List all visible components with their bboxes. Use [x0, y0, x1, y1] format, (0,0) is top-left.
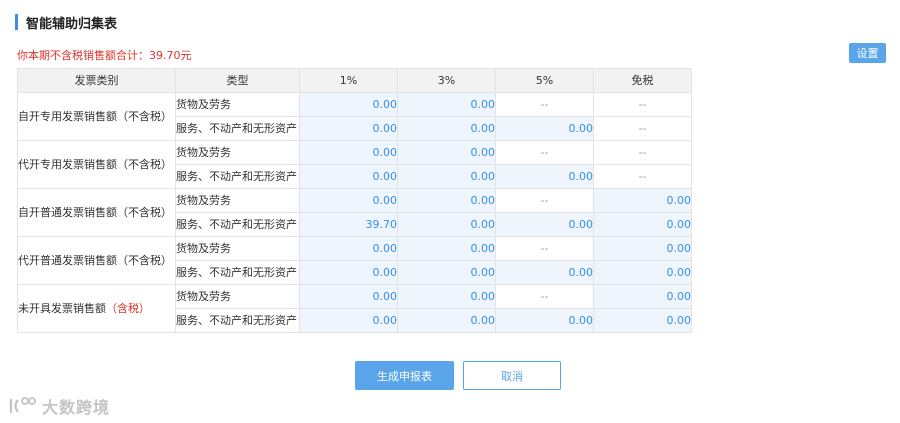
amount-cell-rate-5[interactable]: 0.00 — [495, 116, 594, 141]
amount-cell-rate-1[interactable]: 0.00 — [299, 260, 398, 285]
page-title: 智能辅助归集表 — [26, 16, 118, 32]
type-cell: 服务、不动产和无形资产 — [175, 308, 300, 333]
type-cell: 货物及劳务 — [175, 188, 300, 213]
amount-cell-rate-1[interactable]: 0.00 — [299, 164, 398, 189]
amount-cell-tax-exempt[interactable]: 0.00 — [593, 212, 692, 237]
type-cell: 货物及劳务 — [175, 284, 300, 309]
watermark: 大数跨境 — [8, 394, 110, 418]
na-cell-rate-5: -- — [495, 140, 594, 165]
invoice-category-cell: 未开具发票销售额（含税） — [17, 284, 176, 333]
table-row: 自开专用发票销售额（不含税） 货物及劳务 0.00 0.00 -- -- — [17, 92, 692, 141]
amount-cell-rate-1[interactable]: 0.00 — [299, 284, 398, 309]
na-cell-rate-5: -- — [495, 236, 594, 261]
amount-cell-rate-3[interactable]: 0.00 — [397, 188, 496, 213]
amount-cell-rate-3[interactable]: 0.00 — [397, 212, 496, 237]
table-row: 未开具发票销售额（含税） 货物及劳务 0.00 0.00 -- 0.00 — [17, 284, 692, 333]
type-cell: 服务、不动产和无形资产 — [175, 260, 300, 285]
amount-cell-rate-3[interactable]: 0.00 — [397, 92, 496, 117]
type-cell: 服务、不动产和无形资产 — [175, 164, 300, 189]
amount-cell-rate-1[interactable]: 0.00 — [299, 308, 398, 333]
amount-cell-tax-exempt[interactable]: 0.00 — [593, 236, 692, 261]
invoice-category-label: 代开普通发票销售额（不含税） — [18, 254, 173, 267]
aggregation-table: 发票类别 类型 1% 3% 5% 免税 自开专用发票销售额（不含税） 货物及劳务 0… — [17, 68, 692, 333]
type-cell: 服务、不动产和无形资产 — [175, 116, 300, 141]
invoice-category-label: 未开具发票销售额 — [18, 302, 107, 315]
amount-cell-rate-3[interactable]: 0.00 — [397, 164, 496, 189]
generate-report-button[interactable]: 生成申报表 — [355, 361, 454, 390]
na-cell-rate-5: -- — [495, 188, 594, 213]
table-header-row: 发票类别 类型 1% 3% 5% 免税 — [17, 68, 692, 93]
title-accent-bar — [15, 14, 18, 30]
sales-summary: 你本期不含税销售额合计：39.70元 — [17, 49, 192, 62]
header-rate-3: 3% — [397, 68, 496, 93]
amount-cell-rate-3[interactable]: 0.00 — [397, 236, 496, 261]
header-rate-5: 5% — [495, 68, 594, 93]
table-row: 代开普通发票销售额（不含税） 货物及劳务 0.00 0.00 -- 0.00 — [17, 236, 692, 285]
cancel-button[interactable]: 取消 — [463, 361, 561, 390]
amount-cell-rate-1[interactable]: 0.00 — [299, 140, 398, 165]
settings-button[interactable]: 设置 — [849, 43, 886, 63]
na-cell-tax-exempt: -- — [593, 92, 692, 117]
header-rate-1: 1% — [299, 68, 398, 93]
amount-cell-rate-5[interactable]: 0.00 — [495, 308, 594, 333]
amount-cell-rate-1[interactable]: 39.70 — [299, 212, 398, 237]
na-cell-tax-exempt: -- — [593, 164, 692, 189]
amount-cell-rate-1[interactable]: 0.00 — [299, 92, 398, 117]
amount-cell-rate-1[interactable]: 0.00 — [299, 188, 398, 213]
invoice-category-cell: 自开专用发票销售额（不含税） — [17, 92, 176, 141]
amount-cell-rate-1[interactable]: 0.00 — [299, 116, 398, 141]
amount-cell-rate-3[interactable]: 0.00 — [397, 260, 496, 285]
invoice-category-cell: 代开专用发票销售额（不含税） — [17, 140, 176, 189]
invoice-category-label: 自开专用发票销售额（不含税） — [18, 110, 173, 123]
invoice-category-cell: 代开普通发票销售额（不含税） — [17, 236, 176, 285]
invoice-category-cell: 自开普通发票销售额（不含税） — [17, 188, 176, 237]
amount-cell-rate-5[interactable]: 0.00 — [495, 212, 594, 237]
na-cell-tax-exempt: -- — [593, 140, 692, 165]
header-type: 类型 — [175, 68, 300, 93]
header-invoice-category: 发票类别 — [17, 68, 176, 93]
amount-cell-rate-5[interactable]: 0.00 — [495, 164, 594, 189]
invoice-category-label: 自开普通发票销售额（不含税） — [18, 206, 173, 219]
amount-cell-tax-exempt[interactable]: 0.00 — [593, 260, 692, 285]
amount-cell-rate-5[interactable]: 0.00 — [495, 260, 594, 285]
amount-cell-rate-3[interactable]: 0.00 — [397, 308, 496, 333]
table-row: 代开专用发票销售额（不含税） 货物及劳务 0.00 0.00 -- -- — [17, 140, 692, 189]
amount-cell-tax-exempt[interactable]: 0.00 — [593, 284, 692, 309]
amount-cell-tax-exempt[interactable]: 0.00 — [593, 188, 692, 213]
type-cell: 货物及劳务 — [175, 236, 300, 261]
type-cell: 货物及劳务 — [175, 92, 300, 117]
na-cell-rate-5: -- — [495, 92, 594, 117]
amount-cell-rate-3[interactable]: 0.00 — [397, 284, 496, 309]
amount-cell-tax-exempt[interactable]: 0.00 — [593, 308, 692, 333]
invoice-category-tax-note: （含税） — [106, 302, 150, 315]
page-header: 智能辅助归集表 — [15, 13, 118, 32]
amount-cell-rate-3[interactable]: 0.00 — [397, 116, 496, 141]
amount-cell-rate-3[interactable]: 0.00 — [397, 140, 496, 165]
logo-icon — [9, 397, 36, 413]
na-cell-rate-5: -- — [495, 284, 594, 309]
type-cell: 货物及劳务 — [175, 140, 300, 165]
na-cell-tax-exempt: -- — [593, 116, 692, 141]
table-row: 自开普通发票销售额（不含税） 货物及劳务 0.00 0.00 -- 0.00 — [17, 188, 692, 237]
type-cell: 服务、不动产和无形资产 — [175, 212, 300, 237]
header-tax-exempt: 免税 — [593, 68, 692, 93]
invoice-category-label: 代开专用发票销售额（不含税） — [18, 158, 173, 171]
watermark-text: 大数跨境 — [42, 398, 111, 417]
amount-cell-rate-1[interactable]: 0.00 — [299, 236, 398, 261]
